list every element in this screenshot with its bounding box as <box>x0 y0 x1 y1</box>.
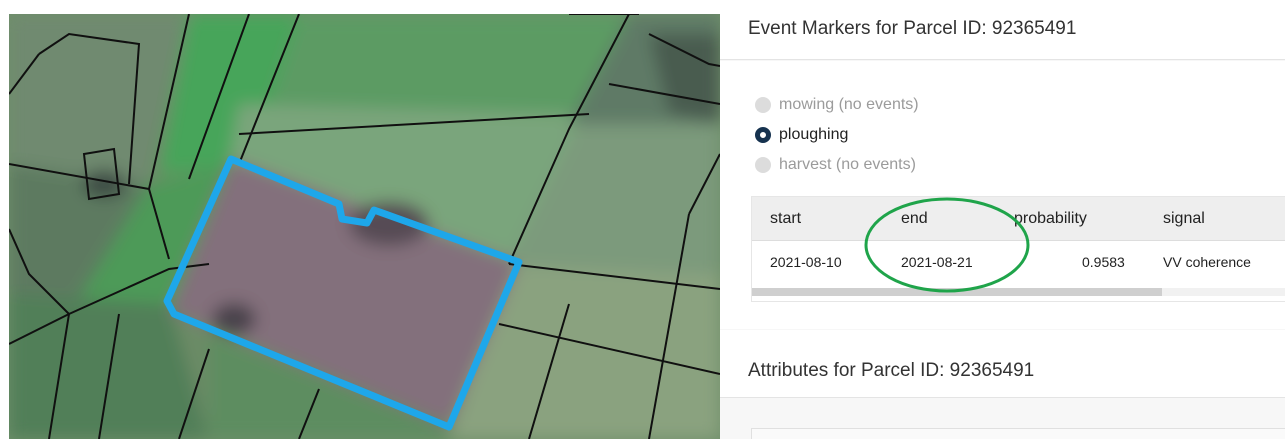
column-header-start[interactable]: start <box>770 210 801 228</box>
radio-harvest: harvest (no events) <box>755 154 916 176</box>
column-header-end[interactable]: end <box>901 210 928 228</box>
radio-label: mowing (no events) <box>779 96 919 113</box>
radio-mowing: mowing (no events) <box>755 94 919 116</box>
horizontal-scrollbar-thumb[interactable] <box>752 288 1162 296</box>
attributes-title: Attributes for Parcel ID: 92365491 <box>748 360 1035 381</box>
radio-label[interactable]: ploughing <box>779 126 848 144</box>
radio-label: harvest (no events) <box>779 156 916 173</box>
radio-unchecked-icon <box>755 97 771 113</box>
side-panel: Event Markers for Parcel ID: 92365491 mo… <box>720 0 1285 439</box>
cell-probability: 0.9583 <box>1082 254 1125 270</box>
radio-ploughing[interactable]: ploughing <box>755 124 848 146</box>
column-header-signal[interactable]: signal <box>1163 210 1205 228</box>
column-header-probability[interactable]: probability <box>1014 210 1087 228</box>
events-table: start end probability signal 2021-08-10 … <box>751 196 1285 302</box>
imagery <box>9 14 720 439</box>
cell-start: 2021-08-10 <box>770 254 842 270</box>
attributes-table <box>751 428 1285 439</box>
satellite-map[interactable] <box>9 14 720 439</box>
event-markers-header[interactable]: Event Markers for Parcel ID: 92365491 <box>720 0 1285 60</box>
event-markers-body: mowing (no events) ploughing harvest (no… <box>720 61 1285 329</box>
radio-unchecked-icon <box>755 157 771 173</box>
cell-signal: VV coherence <box>1163 254 1251 270</box>
event-markers-title: Event Markers for Parcel ID: 92365491 <box>748 18 1077 39</box>
cell-end: 2021-08-21 <box>901 254 973 270</box>
attributes-header[interactable]: Attributes for Parcel ID: 92365491 <box>720 330 1285 398</box>
table-header: start end probability signal <box>752 197 1285 241</box>
map-canvas <box>9 14 720 439</box>
radio-checked-icon[interactable] <box>755 127 771 143</box>
